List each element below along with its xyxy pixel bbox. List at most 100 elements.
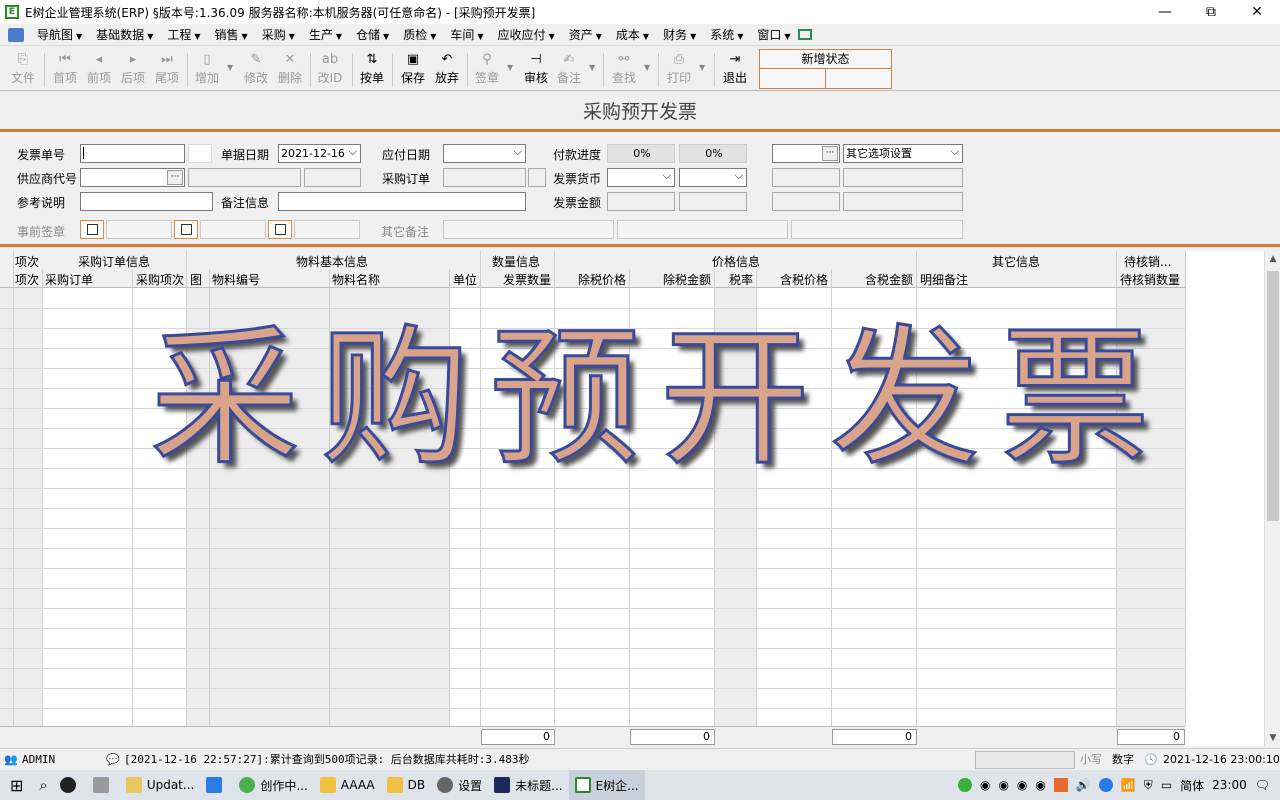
delete-icon: ✕ [284, 52, 296, 67]
remark-label: 备注信息 [221, 196, 270, 210]
pay-progress-1: 0% [607, 144, 675, 163]
save-button[interactable]: ▣ 保存 [396, 51, 430, 89]
col-po[interactable]: 采购订单 [45, 271, 93, 288]
last-button[interactable]: ⏭ 尾项 [150, 51, 184, 89]
search-icon[interactable]: ⌕ [33, 770, 53, 800]
prev-button[interactable]: ◂ 前项 [82, 51, 116, 89]
col-item[interactable]: 项次 [15, 271, 39, 288]
shield-icon[interactable]: ⛨ [1144, 778, 1153, 793]
doc-date-picker[interactable]: 2021-12-16 [278, 143, 361, 163]
invoice-no-extra[interactable] [188, 144, 212, 163]
prev-icon: ◂ [95, 52, 103, 67]
menu-navigation[interactable]: 导航图 ▼ [30, 26, 89, 43]
pick-button[interactable]: ⇅ 按单 [355, 51, 389, 89]
qq-icon[interactable]: ◉ [980, 778, 990, 792]
audit-button[interactable]: ⊣ 审核 [519, 51, 553, 89]
qq-icon[interactable]: ◉ [1035, 778, 1045, 792]
scroll-down-icon[interactable]: ▼ [1265, 730, 1280, 746]
taskbar-item-settings[interactable]: 设置 [431, 770, 488, 800]
taskbar-item-db[interactable]: DB [381, 770, 431, 800]
menu-assets[interactable]: 资产 ▼ [562, 26, 609, 43]
taskbar-item-erp[interactable]: E树企... [568, 770, 645, 800]
ellipsis-icon[interactable]: ··· [167, 170, 183, 185]
find-button[interactable]: ⚯ 查找 [607, 51, 641, 89]
extra-field-3b [843, 192, 963, 211]
scroll-up-icon[interactable]: ▲ [1265, 251, 1280, 267]
file-button[interactable]: ⎘ 文件 [6, 51, 40, 89]
supplier-code-input[interactable]: ··· [80, 168, 185, 187]
delete-button[interactable]: ✕ 删除 [273, 51, 307, 89]
exit-button[interactable]: ⇥ 退出 [718, 51, 752, 89]
menu-quality[interactable]: 质检 ▼ [396, 26, 443, 43]
menu-basic-data[interactable]: 基础数据 ▼ [89, 26, 160, 43]
menu-system[interactable]: 系统 ▼ [703, 26, 750, 43]
nav-app-icon[interactable] [8, 27, 24, 42]
currency-select[interactable] [607, 167, 675, 187]
sign-checkbox-3[interactable] [268, 220, 292, 239]
menu-warehouse[interactable]: 仓储 ▼ [349, 26, 396, 43]
currency-rate-select[interactable] [679, 167, 747, 187]
print-button[interactable]: ⎙ 打印 [662, 51, 696, 89]
menu-purchase[interactable]: 采购 ▼ [255, 26, 302, 43]
ime-indicator[interactable]: 简体 [1180, 777, 1204, 794]
pin-app-icon[interactable] [87, 770, 120, 800]
sign-checkbox-2[interactable] [174, 220, 198, 239]
layout-icon[interactable] [797, 29, 812, 40]
menu-workshop[interactable]: 车间 ▼ [443, 26, 490, 43]
qq-icon[interactable] [54, 770, 87, 800]
window-title: E树企业管理系统(ERP) §版本号:1.36.09 服务器名称:本机服务器(可… [25, 5, 536, 20]
ref-input[interactable] [80, 192, 213, 211]
edit-button[interactable]: ✎ 修改 [239, 51, 273, 89]
ellipsis-icon[interactable]: ··· [822, 146, 838, 161]
other-remark-field-1 [443, 220, 614, 239]
start-icon[interactable]: ⊞ [0, 770, 33, 800]
user-name: ADMIN [22, 753, 56, 766]
notify-icon[interactable] [1053, 778, 1068, 792]
first-button[interactable]: ⏮ 首项 [48, 51, 82, 89]
minimize-button[interactable]: — [1142, 0, 1188, 24]
note-button[interactable]: ✍ 备注 [552, 51, 586, 89]
scroll-thumb[interactable] [1267, 271, 1279, 521]
stamp-icon: ⚲ [482, 52, 492, 67]
wechat-icon[interactable] [957, 778, 972, 792]
taskbar-item-photoshop[interactable]: 未标题... [488, 770, 568, 800]
close-button[interactable]: ✕ [1234, 0, 1280, 24]
menu-ar-ap[interactable]: 应收应付 ▼ [491, 26, 562, 43]
invoice-no-input[interactable] [80, 144, 185, 163]
battery-icon[interactable]: ▭ [1161, 778, 1172, 792]
amount-field-1 [607, 192, 675, 211]
watermark-char: 预 [488, 310, 641, 487]
taskbar-clock[interactable]: 23:00 [1212, 778, 1247, 792]
remark-input[interactable] [278, 192, 526, 211]
bluetooth-icon[interactable] [1098, 778, 1113, 792]
bluetooth-icon[interactable] [200, 770, 233, 800]
next-button[interactable]: ▸ 后项 [116, 51, 150, 89]
taskbar-item-update[interactable]: Updat... [120, 770, 201, 800]
taskbar-item-aaaa[interactable]: AAAA [314, 770, 381, 800]
next-icon: ▸ [129, 52, 137, 67]
taskbar-item-creating[interactable]: 创作中... [233, 770, 313, 800]
extra-lookup-input[interactable]: ··· [772, 144, 840, 163]
menu-production[interactable]: 生产 ▼ [302, 26, 349, 43]
grid-scrollbar[interactable]: ▲ ▼ [1264, 251, 1280, 746]
menu-cost[interactable]: 成本 ▼ [609, 26, 656, 43]
other-options-select[interactable]: 其它选项设置 [843, 143, 963, 163]
sign-checkbox-1[interactable] [80, 220, 104, 239]
sign-button[interactable]: ⚲ 签章 [470, 51, 504, 89]
discard-button[interactable]: ↶ 放弃 [430, 51, 464, 89]
volume-icon[interactable]: 🔊 [1076, 778, 1091, 792]
change-id-button[interactable]: ab 改ID [313, 51, 347, 89]
notification-icon[interactable]: 🗨 [1255, 778, 1270, 792]
menu-finance[interactable]: 财务 ▼ [656, 26, 703, 43]
exit-icon: ⇥ [729, 52, 741, 67]
qq-icon[interactable]: ◉ [998, 778, 1008, 792]
wifi-icon[interactable]: 📶 [1121, 778, 1136, 792]
menu-window[interactable]: 窗口 ▼ [750, 26, 797, 43]
restore-button[interactable]: ⧉ [1188, 0, 1234, 24]
qq-icon[interactable]: ◉ [1017, 778, 1027, 792]
due-date-picker[interactable] [443, 143, 526, 163]
add-button[interactable]: ▯ 增加 [190, 51, 224, 89]
menu-sales[interactable]: 销售 ▼ [208, 26, 255, 43]
doc-date-label: 单据日期 [221, 148, 270, 162]
menu-engineering[interactable]: 工程 ▼ [160, 26, 207, 43]
